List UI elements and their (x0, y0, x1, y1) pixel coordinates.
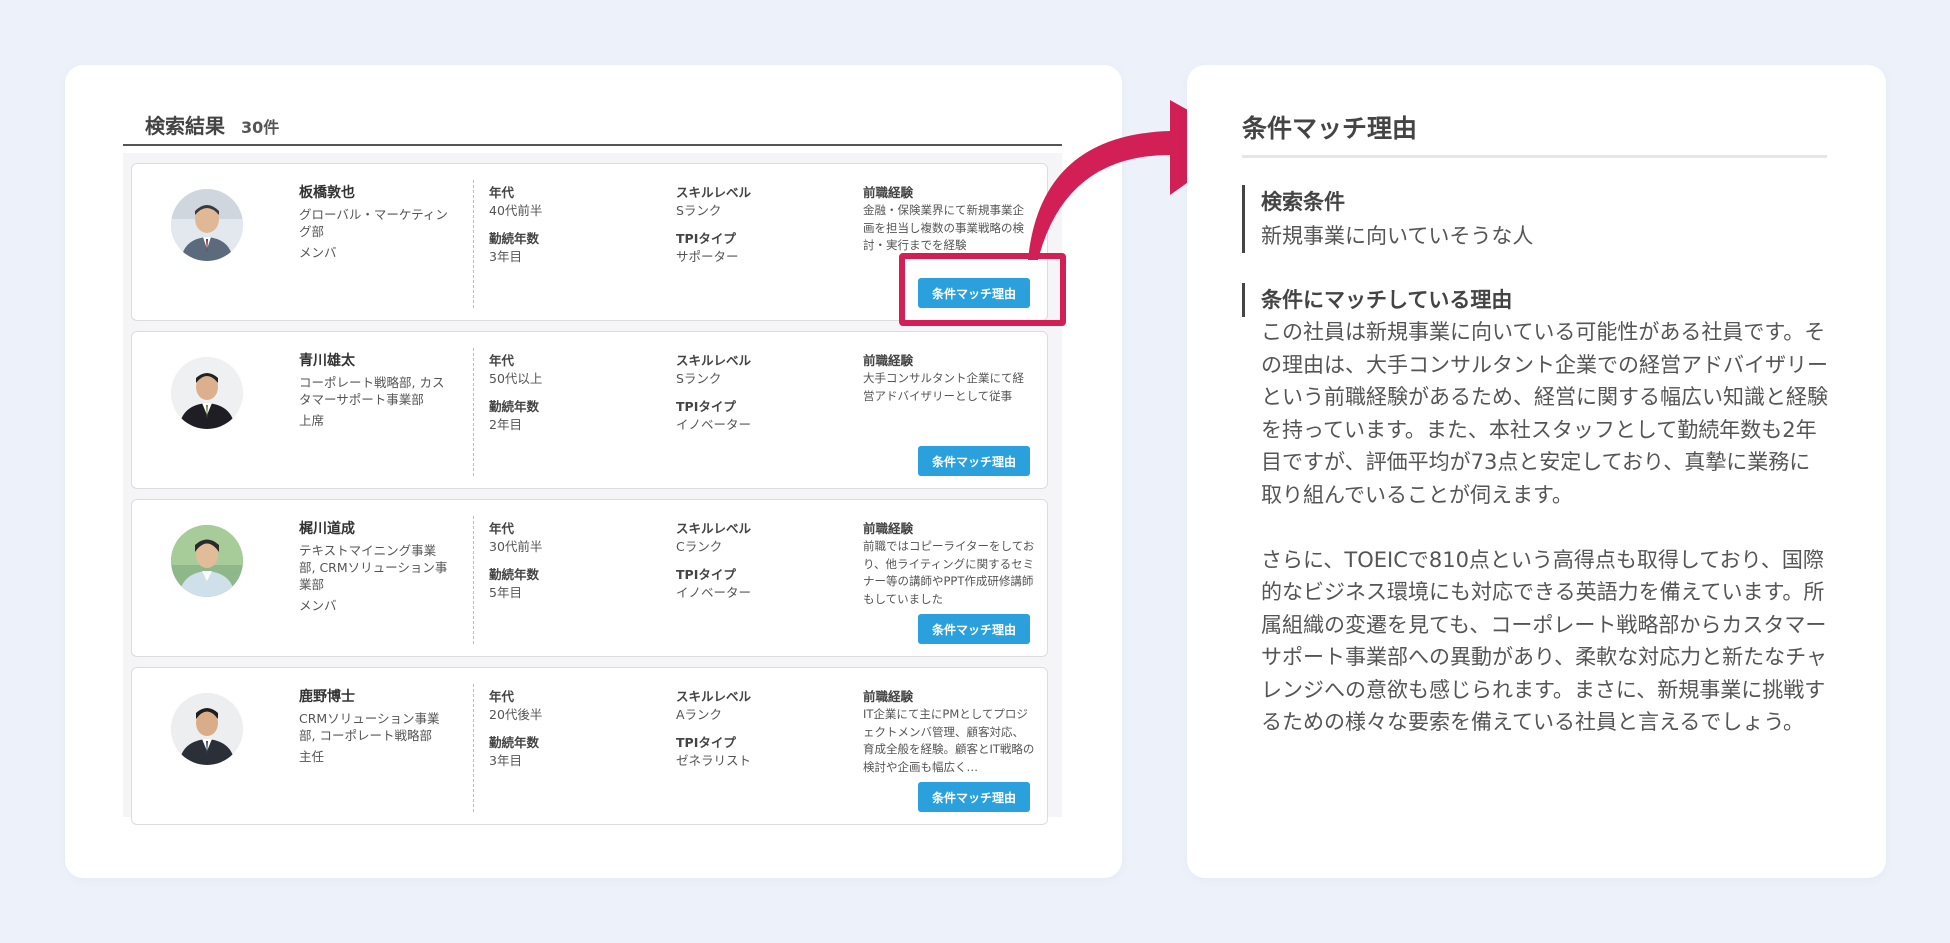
skill-label: スキルレベル (676, 185, 752, 200)
reason-heading: 条件にマッチしている理由 (1261, 288, 1513, 312)
experience-text: 金融・保険業界にて新規事業企画を担当し複数の事業戦略の検討・実行までを経験 (863, 203, 1024, 252)
experience-label: 前職経験 (863, 521, 914, 536)
title-divider (1242, 155, 1827, 158)
skill-value: Sランク (676, 203, 722, 218)
experience-label: 前職経験 (863, 689, 914, 704)
tpi-label: TPIタイプ (676, 567, 736, 582)
age-label: 年代 (489, 353, 515, 368)
employee-department: コーポレート戦略部, カスタマーサポート事業部 (299, 375, 445, 407)
years-value: 3年目 (489, 753, 522, 768)
avatar (171, 357, 243, 429)
age-value: 20代後半 (489, 707, 543, 722)
match-reason-button[interactable]: 条件マッチ理由 (918, 446, 1030, 476)
skill-value: Cランク (676, 539, 723, 554)
result-card: 青川雄太 コーポレート戦略部, カスタマーサポート事業部 上席 年代 50代以上… (131, 331, 1048, 489)
person-photo-icon (171, 357, 243, 429)
tpi-label: TPIタイプ (676, 735, 736, 750)
column-divider (473, 180, 474, 308)
skill-label: スキルレベル (676, 353, 752, 368)
condition-section: 検索条件 新規事業に向いていそうな人 (1242, 185, 1533, 253)
tpi-value: イノベーター (676, 585, 752, 600)
person-photo-icon (171, 525, 243, 597)
results-header: 検索結果 30件 (123, 110, 1062, 146)
tpi-value: イノベーター (676, 417, 752, 432)
results-count: 30件 (241, 118, 280, 137)
years-value: 5年目 (489, 585, 522, 600)
match-reason-button[interactable]: 条件マッチ理由 (918, 614, 1030, 644)
match-reason-panel: 条件マッチ理由 検索条件 新規事業に向いていそうな人 条件にマッチしている理由 … (1187, 65, 1886, 878)
reason-paragraph: この社員は新規事業に向いている可能性がある社員です。その理由は、大手コンサルタン… (1261, 320, 1828, 507)
age-value: 40代前半 (489, 203, 543, 218)
age-label: 年代 (489, 185, 515, 200)
years-value: 2年目 (489, 417, 522, 432)
tpi-label: TPIタイプ (676, 231, 736, 246)
tpi-value: ゼネラリスト (676, 753, 752, 768)
column-divider (473, 516, 474, 644)
person-photo-icon (171, 189, 243, 261)
years-label: 勤続年数 (489, 735, 540, 750)
panel-title: 条件マッチ理由 (1242, 114, 1418, 143)
tpi-label: TPIタイプ (676, 399, 736, 414)
employee-role: 主任 (299, 749, 325, 764)
age-label: 年代 (489, 521, 515, 536)
years-label: 勤続年数 (489, 231, 540, 246)
age-label: 年代 (489, 689, 515, 704)
tpi-value: サポーター (676, 249, 739, 264)
employee-role: メンバ (299, 598, 337, 613)
employee-name: 青川雄太 (299, 353, 355, 369)
skill-value: Sランク (676, 371, 722, 386)
employee-name: 板橋敦也 (299, 185, 355, 201)
skill-label: スキルレベル (676, 689, 752, 704)
avatar (171, 189, 243, 261)
match-reason-button[interactable]: 条件マッチ理由 (918, 782, 1030, 812)
age-value: 50代以上 (489, 371, 543, 386)
employee-role: 上席 (299, 413, 325, 428)
years-label: 勤続年数 (489, 399, 540, 414)
age-value: 30代前半 (489, 539, 543, 554)
skill-value: Aランク (676, 707, 723, 722)
reason-paragraph: さらに、TOEICで810点という高得点も取得しており、国際的なビジネス環境にも… (1261, 547, 1827, 735)
condition-text: 新規事業に向いていそうな人 (1261, 224, 1534, 248)
skill-label: スキルレベル (676, 521, 752, 536)
experience-label: 前職経験 (863, 353, 914, 368)
employee-department: CRMソリューション事業部, コーポレート戦略部 (299, 711, 440, 743)
experience-text: 大手コンサルタント企業にて経営アドバイザリーとして従事 (863, 371, 1024, 403)
years-label: 勤続年数 (489, 567, 540, 582)
experience-text: 前職ではコピーライターをしており、他ライティングに関するセミナー等の講師やPPT… (863, 539, 1035, 606)
column-divider (473, 348, 474, 476)
reason-section: 条件にマッチしている理由 (1242, 283, 1827, 317)
results-title: 検索結果 (145, 114, 225, 138)
result-card: 鹿野博士 CRMソリューション事業部, コーポレート戦略部 主任 年代 20代後… (131, 667, 1048, 825)
column-divider (473, 684, 474, 812)
reason-body: この社員は新規事業に向いている可能性がある社員です。その理由は、大手コンサルタン… (1261, 316, 1831, 739)
experience-text: IT企業にて主にPMとしてプロジェクトメンバ管理、顧客対応、育成全般を経験。顧客… (863, 707, 1035, 774)
avatar (171, 525, 243, 597)
person-photo-icon (171, 693, 243, 765)
avatar (171, 693, 243, 765)
employee-name: 鹿野博士 (299, 689, 355, 705)
condition-heading: 検索条件 (1261, 190, 1345, 214)
employee-role: メンバ (299, 245, 337, 260)
result-card: 梶川道成 テキストマイニング事業部, CRMソリューション事業部 メンバ 年代 … (131, 499, 1048, 657)
years-value: 3年目 (489, 249, 522, 264)
employee-department: テキストマイニング事業部, CRMソリューション事業部 (299, 543, 448, 592)
employee-name: 梶川道成 (299, 521, 355, 537)
search-results-panel: 検索結果 30件 板橋敦也 グローバル・マーケティング部 メンバ 年代 40代前… (65, 65, 1122, 878)
experience-label: 前職経験 (863, 185, 914, 200)
employee-department: グローバル・マーケティング部 (299, 207, 448, 239)
